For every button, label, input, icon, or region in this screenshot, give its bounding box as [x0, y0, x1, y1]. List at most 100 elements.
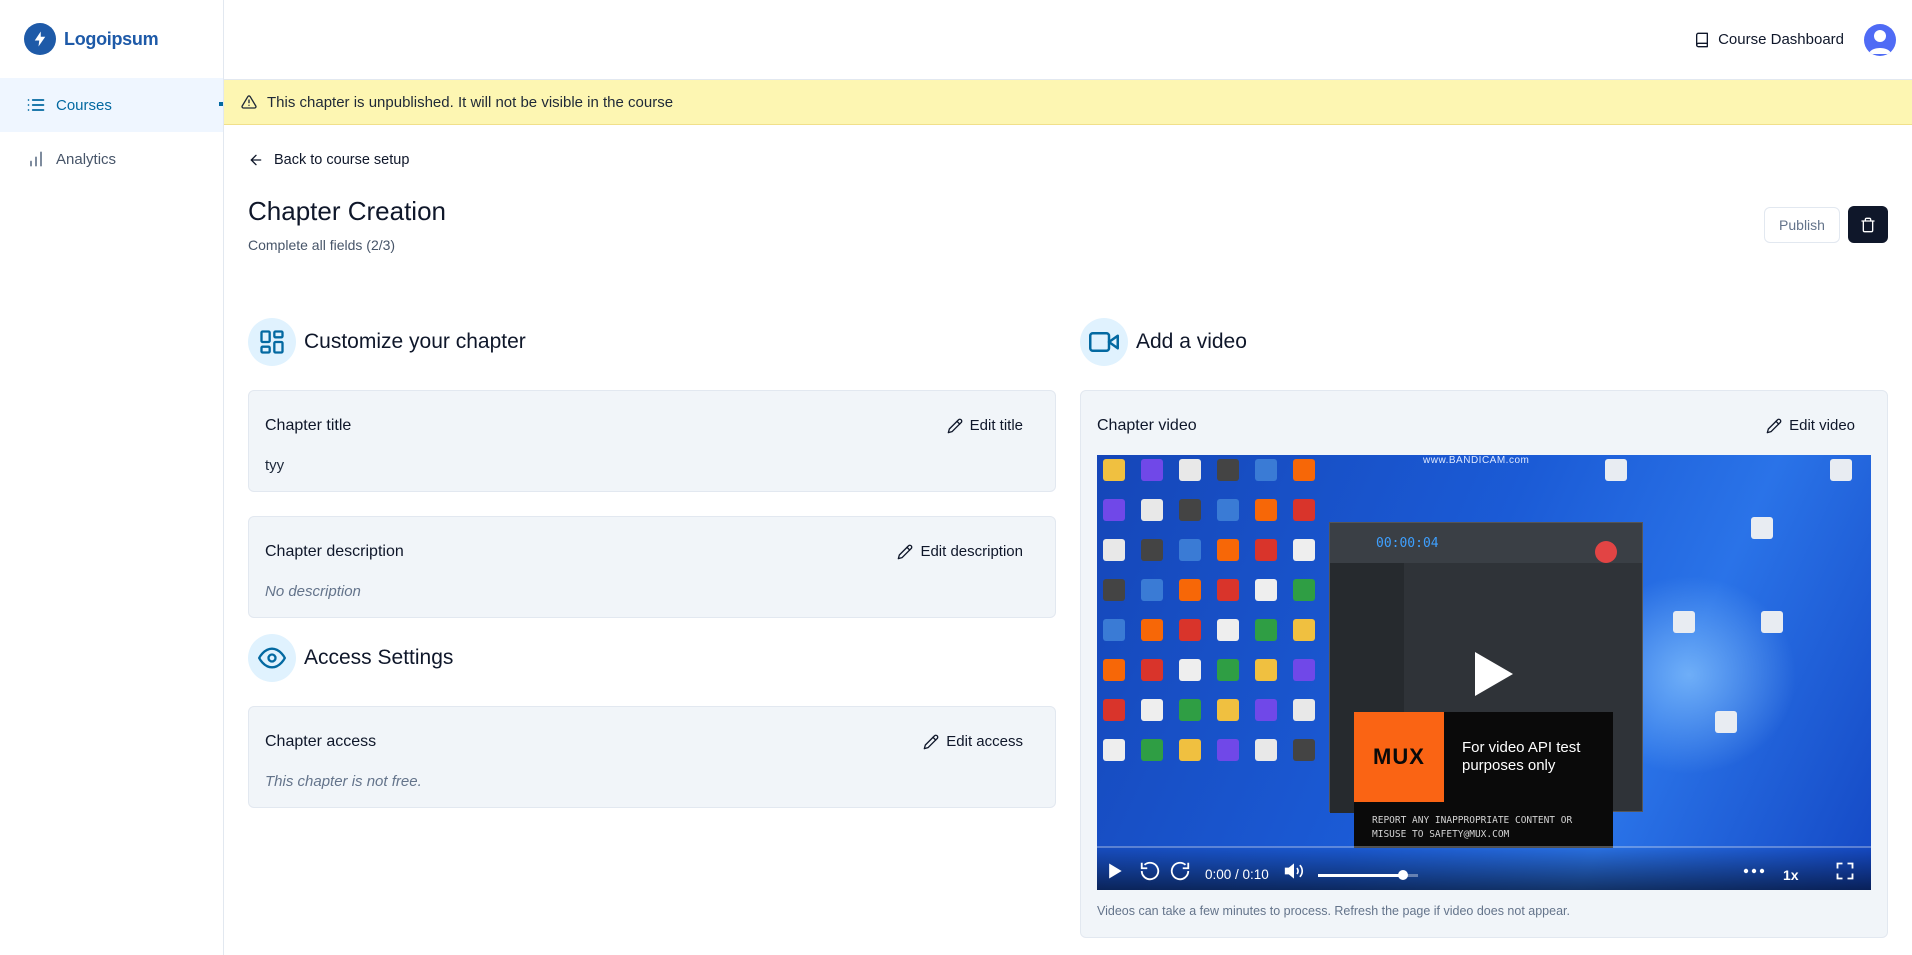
- desktop-file-icon: [1293, 459, 1315, 481]
- logo-bolt-icon: [24, 23, 56, 55]
- edit-access-label: Edit access: [946, 733, 1023, 750]
- desktop-file-icon: [1103, 619, 1125, 641]
- video-processing-note: Videos can take a few minutes to process…: [1097, 904, 1570, 918]
- desktop-file-icon: [1673, 611, 1695, 633]
- play-overlay-icon[interactable]: [1471, 650, 1515, 703]
- desktop-file-icon: [1103, 739, 1125, 761]
- bar-chart-icon: [26, 149, 46, 169]
- desktop-file-icon: [1255, 619, 1277, 641]
- edit-title-button[interactable]: Edit title: [947, 417, 1023, 434]
- desktop-file-icon: [1179, 659, 1201, 681]
- volume-handle[interactable]: [1398, 870, 1408, 880]
- fullscreen-icon[interactable]: [1835, 861, 1855, 881]
- desktop-file-icon: [1715, 711, 1737, 733]
- wallpaper-glow: [1617, 575, 1797, 775]
- desktop-file-icon: [1217, 659, 1239, 681]
- desktop-file-icon: [1179, 499, 1201, 521]
- section-title: Customize your chapter: [304, 330, 526, 353]
- page-title: Chapter Creation: [248, 196, 446, 226]
- desktop-file-icon: [1217, 539, 1239, 561]
- more-options-icon[interactable]: [1743, 867, 1765, 875]
- desktop-file-icon: [1103, 699, 1125, 721]
- edit-video-label: Edit video: [1789, 417, 1855, 434]
- card-label: Chapter access: [265, 733, 377, 750]
- desktop-file-icon: [1141, 539, 1163, 561]
- video-section-header: Add a video: [1080, 318, 1247, 366]
- play-icon[interactable]: [1105, 861, 1125, 881]
- desktop-file-icon: [1255, 659, 1277, 681]
- desktop-file-icon: [1830, 459, 1852, 481]
- completion-text: Complete all fields (2/3): [248, 237, 396, 253]
- chapter-description-value: No description: [265, 583, 361, 600]
- main-content: Back to course setup Chapter Creation Co…: [224, 125, 1912, 955]
- desktop-file-icon: [1751, 517, 1773, 539]
- sidebar-item-label: Analytics: [56, 150, 117, 168]
- playback-rate-button[interactable]: 1x: [1783, 867, 1799, 883]
- back-to-course-link[interactable]: Back to course setup: [248, 152, 409, 168]
- pencil-icon: [947, 418, 962, 433]
- desktop-file-icon: [1293, 619, 1315, 641]
- sidebar-item-courses[interactable]: Courses: [0, 78, 223, 132]
- unpublished-banner: This chapter is unpublished. It will not…: [224, 80, 1912, 125]
- section-title: Add a video: [1136, 330, 1247, 353]
- rewind-10-icon[interactable]: [1139, 860, 1161, 882]
- edit-title-label: Edit title: [969, 417, 1023, 434]
- access-section-header: Access Settings: [248, 634, 453, 682]
- desktop-file-icon: [1141, 499, 1163, 521]
- mux-notice: For video API test purposes only: [1462, 739, 1581, 774]
- bandicam-watermark: www.BANDICAM.com: [1423, 455, 1530, 466]
- desktop-file-icon: [1141, 459, 1163, 481]
- desktop-file-icon: [1179, 579, 1201, 601]
- desktop-file-icon: [1255, 739, 1277, 761]
- chapter-access-value: This chapter is not free.: [265, 773, 422, 790]
- section-title: Access Settings: [304, 646, 454, 669]
- desktop-file-icon: [1179, 699, 1201, 721]
- desktop-file-icon: [1179, 539, 1201, 561]
- desktop-file-icon: [1179, 739, 1201, 761]
- edit-description-button[interactable]: Edit description: [897, 543, 1023, 560]
- volume-icon[interactable]: [1283, 861, 1305, 881]
- pencil-icon: [923, 734, 939, 749]
- edit-access-button[interactable]: Edit access: [923, 733, 1023, 750]
- chapter-access-card: Chapter access Edit access This chapter …: [248, 706, 1056, 808]
- desktop-file-icon: [1255, 539, 1277, 561]
- card-label: Chapter title: [265, 417, 352, 434]
- delete-button[interactable]: [1848, 206, 1888, 243]
- pencil-icon: [898, 544, 913, 559]
- edit-video-button[interactable]: Edit video: [1766, 417, 1855, 434]
- desktop-file-icon: [1103, 459, 1125, 481]
- volume-slider[interactable]: [1318, 870, 1418, 880]
- desktop-file-icon: [1141, 699, 1163, 721]
- edit-description-label: Edit description: [920, 543, 1023, 560]
- logo[interactable]: Logoipsum: [0, 0, 223, 78]
- desktop-file-icon: [1103, 659, 1125, 681]
- video-player[interactable]: www.BANDICAM.com 00:00:04 MUX For video …: [1097, 455, 1871, 890]
- desktop-file-icon: [1179, 459, 1201, 481]
- desktop-file-icon: [1217, 619, 1239, 641]
- sidebar-item-analytics[interactable]: Analytics: [0, 132, 223, 186]
- desktop-file-icon: [1103, 539, 1125, 561]
- logo-text: Logoipsum: [64, 28, 159, 49]
- desktop-file-icon: [1293, 579, 1315, 601]
- layout-dashboard-icon: [248, 318, 296, 366]
- desktop-file-icon: [1141, 579, 1163, 601]
- desktop-file-icon: [1141, 659, 1163, 681]
- course-dashboard-label: Course Dashboard: [1718, 31, 1844, 48]
- desktop-file-icon: [1293, 739, 1315, 761]
- chapter-title-card: Chapter title Edit title tyy: [248, 390, 1056, 492]
- desktop-file-icon: [1141, 619, 1163, 641]
- desktop-file-icon: [1141, 739, 1163, 761]
- desktop-file-icon: [1605, 459, 1627, 481]
- book-icon: [1696, 32, 1709, 47]
- publish-button[interactable]: Publish: [1764, 207, 1840, 243]
- pencil-icon: [1766, 418, 1782, 433]
- chapter-title-value: tyy: [265, 457, 285, 474]
- mux-logo: MUX: [1354, 712, 1444, 802]
- course-dashboard-link[interactable]: Course Dashboard: [1694, 31, 1844, 48]
- forward-10-icon[interactable]: [1169, 860, 1191, 882]
- alert-triangle-icon: [241, 95, 257, 109]
- recorder-toolbar: 00:00:04: [1330, 523, 1642, 563]
- desktop-file-icon: [1179, 619, 1201, 641]
- customize-section-header: Customize your chapter: [248, 318, 526, 366]
- user-avatar-icon[interactable]: [1864, 23, 1896, 56]
